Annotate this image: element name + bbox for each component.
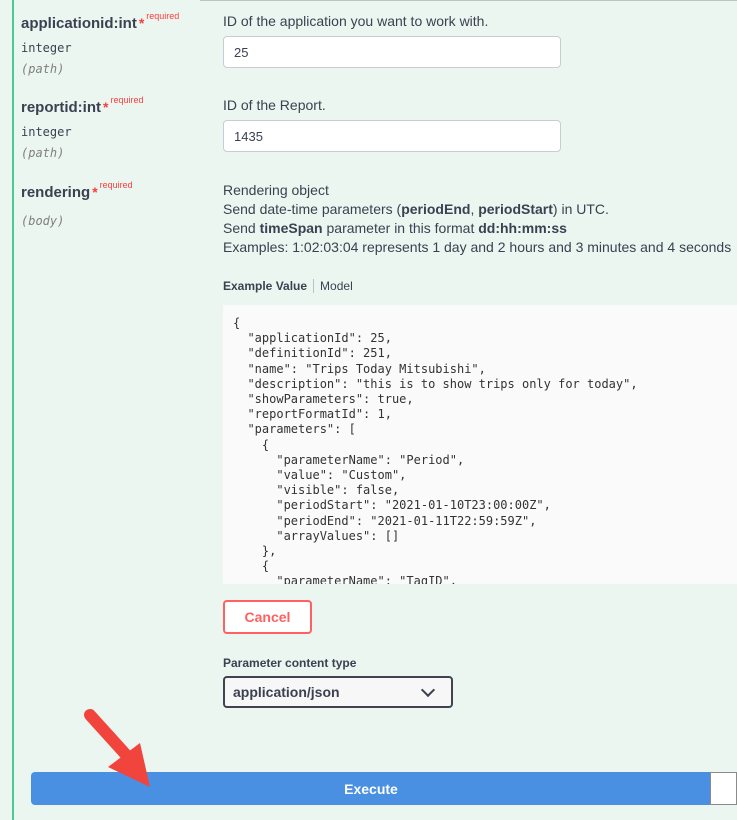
rendering-desc-line: Examples: 1:02:03:04 represents 1 day an… <box>223 239 732 255</box>
param-applicationid-description: ID of the application you want to work w… <box>223 13 489 29</box>
param-applicationid-type: integer <box>21 41 72 55</box>
param-reportid-location: (path) <box>21 146 65 160</box>
param-name-text: applicationid:int <box>21 15 137 32</box>
text: ) in UTC. <box>552 201 609 217</box>
param-reportid-name: reportid:int * required <box>21 95 143 116</box>
example-value-editor[interactable]: { "applicationId": 25, "definitionId": 2… <box>223 305 737 584</box>
content-type-select[interactable]: application/json <box>223 676 453 708</box>
rendering-desc-line: Send timeSpan parameter in this format d… <box>223 219 731 238</box>
red-arrow-icon <box>84 709 150 787</box>
required-star: * <box>138 15 145 31</box>
tab-example-value[interactable]: Example Value <box>223 279 315 293</box>
section-divider <box>200 0 737 1</box>
content-type-selected: application/json <box>233 684 340 700</box>
example-tabs: Example Value Model <box>223 279 353 293</box>
applicationid-input[interactable] <box>223 36 561 68</box>
param-rendering-location: (body) <box>21 214 65 228</box>
clear-button[interactable] <box>710 772 737 805</box>
param-name-text: reportid:int <box>21 99 101 116</box>
chevron-down-icon <box>420 682 436 697</box>
param-reportid-description: ID of the Report. <box>223 97 326 113</box>
cancel-button[interactable]: Cancel <box>223 600 312 634</box>
rendering-desc-line: Rendering object <box>223 182 329 198</box>
param-name-text: rendering <box>21 184 91 201</box>
required-star: * <box>92 184 98 200</box>
required-label: required <box>99 180 133 190</box>
param-applicationid-name: applicationid:int * required <box>21 11 179 32</box>
text: Send <box>223 220 260 236</box>
param-rendering-name: rendering * required <box>21 180 133 201</box>
text-bold: dd:hh:mm:ss <box>478 220 567 236</box>
rendering-desc-line: Send date-time parameters (periodEnd, pe… <box>223 200 731 219</box>
rendering-description: Rendering object Send date-time paramete… <box>223 181 731 257</box>
param-reportid-type: integer <box>21 125 72 139</box>
tab-model[interactable]: Model <box>314 279 353 293</box>
required-label: required <box>110 95 144 105</box>
reportid-input[interactable] <box>223 120 561 152</box>
example-json[interactable]: { "applicationId": 25, "definitionId": 2… <box>223 305 737 584</box>
text: parameter in this format <box>322 220 479 236</box>
required-label: required <box>146 11 180 21</box>
text-bold: periodEnd <box>401 201 471 217</box>
text: Send date-time parameters ( <box>223 201 402 217</box>
param-applicationid-location: (path) <box>21 62 65 76</box>
operation-border <box>12 0 14 820</box>
text-bold: timeSpan <box>259 220 323 236</box>
content-type-label: Parameter content type <box>223 656 357 670</box>
text-bold: periodStart <box>478 201 553 217</box>
required-star: * <box>103 99 109 115</box>
